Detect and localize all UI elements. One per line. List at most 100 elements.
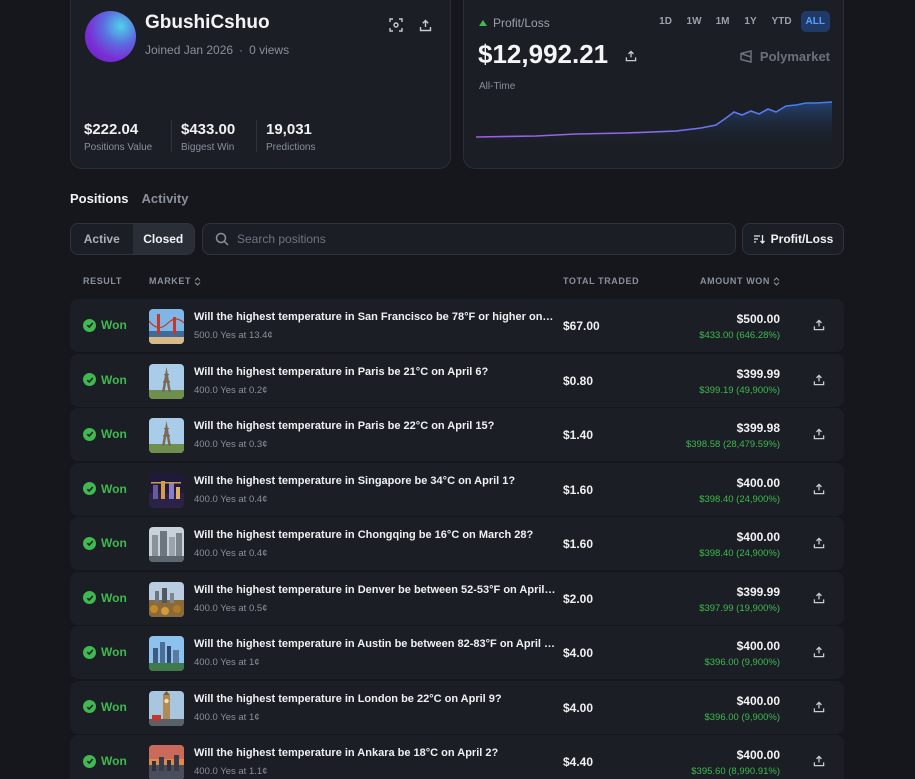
- share-icon[interactable]: [811, 753, 827, 769]
- total-traded: $1.40: [563, 428, 594, 442]
- position-detail: 400.0 Yes at 1¢: [194, 711, 260, 723]
- sort-button[interactable]: Profit/Loss: [742, 223, 844, 255]
- share-icon[interactable]: [416, 16, 434, 34]
- header-total-traded: TOTAL TRADED: [563, 276, 640, 286]
- market-question[interactable]: Will the highest temperature in Denver b…: [194, 584, 556, 596]
- share-icon[interactable]: [811, 590, 827, 606]
- share-icon[interactable]: [811, 426, 827, 442]
- market-thumbnail-london[interactable]: [149, 690, 184, 726]
- result-won: Won: [83, 373, 127, 387]
- range-1y[interactable]: 1Y: [739, 11, 763, 32]
- market-thumbnail-paris[interactable]: [149, 418, 184, 453]
- header-result: RESULT: [83, 276, 122, 286]
- pnl-chart: [476, 101, 832, 149]
- time-range-selector: 1D 1W 1M 1Y YTD ALL: [654, 11, 830, 32]
- result-won: Won: [83, 700, 127, 714]
- search-box: [202, 223, 736, 255]
- range-1w[interactable]: 1W: [682, 11, 707, 32]
- profile-meta: Joined Jan 2026 · 0 views: [145, 43, 290, 57]
- scan-icon[interactable]: [387, 16, 405, 34]
- result-won: Won: [83, 754, 127, 768]
- table-row[interactable]: Won Will the highest temperature in Denv…: [70, 571, 844, 625]
- status-filter: Active Closed: [70, 223, 195, 255]
- profit-gain: $399.19 (49,900%): [699, 384, 780, 396]
- stat-divider: [256, 120, 257, 152]
- market-thumbnail-paris[interactable]: [149, 363, 184, 399]
- market-thumbnail-singapore[interactable]: [149, 472, 184, 508]
- table-row[interactable]: Won Will the highest temperature in San …: [70, 299, 844, 352]
- stat-positions-value: $222.04 Positions Value: [84, 121, 153, 153]
- market-question[interactable]: Will the highest temperature in Chongqin…: [194, 529, 556, 541]
- position-detail: 500.0 Yes at 13.4¢: [194, 330, 273, 341]
- share-icon[interactable]: [811, 481, 827, 497]
- joined-date: Joined Jan 2026: [145, 43, 234, 57]
- check-circle-icon: [83, 318, 96, 332]
- share-icon[interactable]: [811, 699, 827, 715]
- market-thumbnail-austin[interactable]: [149, 636, 184, 671]
- range-ytd[interactable]: YTD: [767, 11, 797, 32]
- profit-loss-card: Profit/Loss $12,992.21 All-Time 1D 1W 1M…: [463, 0, 844, 169]
- range-1m[interactable]: 1M: [711, 11, 735, 32]
- period-label: All-Time: [479, 81, 516, 92]
- share-icon[interactable]: [622, 47, 640, 65]
- search-input[interactable]: [237, 232, 717, 246]
- profit-gain: $398.40 (24,900%): [699, 548, 780, 559]
- share-icon[interactable]: [811, 644, 827, 660]
- market-thumbnail-chongqing[interactable]: [149, 527, 184, 562]
- tab-positions[interactable]: Positions: [70, 191, 129, 206]
- check-circle-icon: [83, 482, 96, 495]
- range-1d[interactable]: 1D: [654, 11, 678, 32]
- table-row[interactable]: Won Will the highest temperature in Anka…: [70, 735, 844, 779]
- sort-arrows-icon: [194, 276, 201, 286]
- total-traded: $0.80: [563, 373, 594, 388]
- table-row[interactable]: Won Will the highest temperature in Pari…: [70, 353, 844, 407]
- table-row[interactable]: Won Will the highest temperature in Sing…: [70, 462, 844, 516]
- result-won: Won: [83, 536, 127, 550]
- share-icon[interactable]: [811, 317, 827, 333]
- position-detail: 400.0 Yes at 1¢: [194, 657, 260, 668]
- market-thumbnail-ankara[interactable]: [149, 745, 184, 779]
- amount-won: $500.00: [736, 312, 780, 326]
- share-icon[interactable]: [811, 372, 827, 388]
- profile-card: GbushiCshuo Joined Jan 2026 · 0 views $222…: [70, 0, 451, 169]
- market-question[interactable]: Will the highest temperature in San Fran…: [194, 311, 556, 323]
- amount-won: $400.00: [736, 475, 780, 490]
- header-amount-won[interactable]: AMOUNT WON: [700, 276, 780, 286]
- sort-icon: [753, 235, 765, 244]
- tab-activity[interactable]: Activity: [142, 191, 189, 206]
- table-row[interactable]: Won Will the highest temperature in Aust…: [70, 626, 844, 679]
- range-all[interactable]: ALL: [800, 11, 830, 32]
- position-detail: 400.0 Yes at 0.3¢: [194, 439, 268, 450]
- market-thumbnail-san-francisco[interactable]: [149, 309, 184, 344]
- market-question[interactable]: Will the highest temperature in Singapor…: [194, 475, 556, 487]
- table-row[interactable]: Won Will the highest temperature in Chon…: [70, 517, 844, 570]
- profit-gain: $433.00 (646.28%): [699, 330, 780, 341]
- result-won: Won: [83, 645, 127, 659]
- check-circle-icon: [83, 645, 96, 659]
- filter-closed[interactable]: Closed: [132, 224, 194, 254]
- search-icon: [215, 232, 229, 246]
- table-row[interactable]: Won Will the highest temperature in Lond…: [70, 680, 844, 734]
- result-won: Won: [83, 427, 127, 441]
- header-market[interactable]: MARKET: [149, 276, 201, 286]
- amount-won: $400.00: [736, 639, 780, 653]
- amount-won: $400.00: [736, 530, 780, 544]
- table-row[interactable]: Won Will the highest temperature in Pari…: [70, 408, 844, 461]
- market-thumbnail-denver[interactable]: [149, 581, 184, 617]
- polymarket-logo-icon: [740, 50, 752, 63]
- market-question[interactable]: Will the highest temperature in Paris be…: [194, 420, 556, 432]
- position-detail: 400.0 Yes at 0.4¢: [194, 548, 268, 559]
- avatar[interactable]: [85, 11, 136, 62]
- market-question[interactable]: Will the highest temperature in Austin b…: [194, 638, 556, 650]
- position-detail: 400.0 Yes at 0.2¢: [194, 384, 268, 396]
- up-triangle-icon: [479, 20, 487, 26]
- result-won: Won: [83, 591, 127, 605]
- market-question[interactable]: Will the highest temperature in London b…: [194, 693, 556, 705]
- share-icon[interactable]: [811, 535, 827, 551]
- market-question[interactable]: Will the highest temperature in Paris be…: [194, 366, 556, 378]
- sort-arrows-icon: [773, 276, 780, 286]
- view-count: 0 views: [249, 43, 290, 57]
- check-circle-icon: [83, 700, 96, 713]
- market-question[interactable]: Will the highest temperature in Ankara b…: [194, 747, 556, 759]
- filter-active[interactable]: Active: [71, 224, 133, 254]
